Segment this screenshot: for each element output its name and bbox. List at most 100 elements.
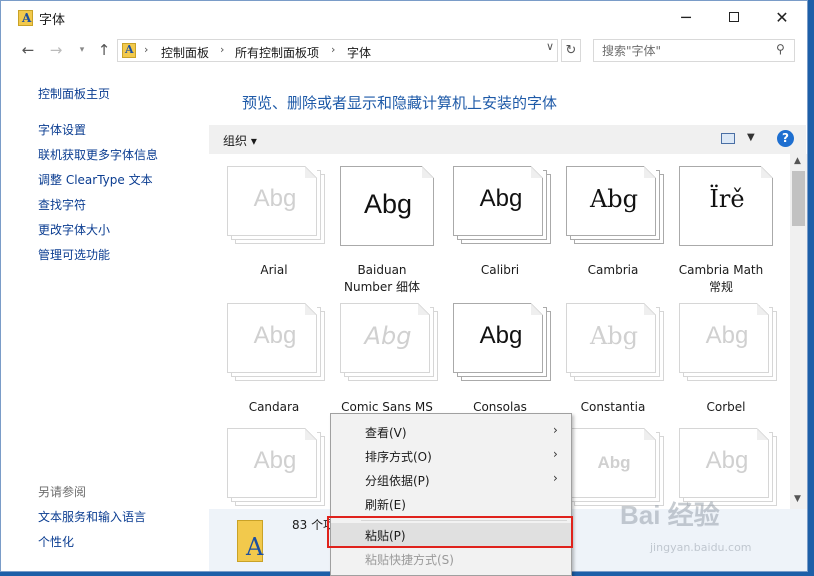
context-menu: 查看(V) › 排序方式(O) › 分组依据(P) › 刷新(E) 粘贴(P) … <box>330 413 572 576</box>
font-name: Calibri <box>480 263 520 277</box>
menu-item-sort[interactable]: 排序方式(O) › <box>331 444 571 468</box>
find-character-link[interactable]: 查找字符 <box>38 196 86 213</box>
font-preview: Abg <box>453 303 551 383</box>
forward-button[interactable]: → <box>45 39 67 61</box>
font-name: Arial <box>260 263 288 277</box>
highlight-annotation <box>327 516 573 548</box>
close-button[interactable]: ✕ <box>759 1 805 33</box>
font-tile-consolas[interactable]: Abg Consolas <box>435 291 551 427</box>
font-name: Cambria <box>587 263 639 277</box>
font-tile-candara[interactable]: Abg Candara <box>209 291 325 427</box>
watermark-main: Bai 经验 <box>620 500 720 530</box>
font-tile-calibri[interactable]: Abg Calibri <box>435 154 551 290</box>
breadcrumb-separator-icon: › <box>220 43 225 56</box>
get-more-fonts-online-link[interactable]: 联机获取更多字体信息 <box>38 146 158 163</box>
search-input[interactable] <box>594 40 772 61</box>
title-bar: A 字体 ─ ✕ <box>1 1 807 33</box>
font-tile-arial[interactable]: Abg Arial <box>209 154 325 290</box>
search-box[interactable]: ⚲ <box>593 39 795 62</box>
font-preview: Abg <box>227 166 325 246</box>
font-sample: Abg <box>479 322 523 349</box>
font-sample: Abg <box>589 185 639 213</box>
minimize-button[interactable]: ─ <box>663 1 709 33</box>
menu-item-label: 查看(V) <box>365 426 407 440</box>
font-preview: Abg <box>679 303 777 383</box>
font-settings-link[interactable]: 字体设置 <box>38 121 86 138</box>
maximize-icon <box>729 12 739 22</box>
change-font-size-link[interactable]: 更改字体大小 <box>38 221 110 238</box>
menu-item-view[interactable]: 查看(V) › <box>331 420 571 444</box>
font-sample: Abg <box>597 453 631 472</box>
address-bar[interactable]: A › 控制面板 › 所有控制面板项 › 字体 <box>117 39 558 62</box>
scroll-down-icon[interactable]: ▼ <box>794 494 801 504</box>
font-sample: Ïrě <box>709 185 745 213</box>
refresh-button[interactable]: ↻ <box>561 39 581 62</box>
chevron-right-icon: › <box>553 471 558 485</box>
font-preview: Abg <box>566 303 664 383</box>
font-preview: Abg <box>227 303 325 383</box>
address-dropdown-button[interactable]: ∨ <box>542 40 558 53</box>
font-sample: Abg <box>253 322 297 349</box>
breadcrumb-separator-icon: › <box>144 43 149 56</box>
watermark-url: jingyan.baidu.com <box>650 541 752 554</box>
help-icon[interactable]: ? <box>777 130 794 147</box>
font-sample: Abg <box>705 322 749 349</box>
breadcrumb-fonts[interactable]: 字体 <box>347 44 371 61</box>
font-sample: Abg <box>363 189 413 219</box>
font-tile-cambria[interactable]: Abg Cambria <box>548 154 664 290</box>
up-button[interactable]: ↑ <box>93 39 115 61</box>
font-sample: Abg <box>253 447 297 474</box>
chevron-right-icon: › <box>553 447 558 461</box>
font-tile-comic-sans[interactable]: Abg Comic Sans MS <box>322 291 438 427</box>
font-preview: Abg <box>340 166 434 246</box>
text-services-link[interactable]: 文本服务和输入语言 <box>38 508 146 525</box>
menu-item-refresh[interactable]: 刷新(E) <box>331 492 571 516</box>
adjust-cleartype-link[interactable]: 调整 ClearType 文本 <box>38 171 153 188</box>
font-tile-constantia[interactable]: Abg Constantia <box>548 291 664 427</box>
fonts-folder-icon: A <box>122 43 136 58</box>
recent-locations-button[interactable]: ▾ <box>71 39 93 61</box>
font-sample: Abg <box>479 185 523 212</box>
personalization-link[interactable]: 个性化 <box>38 533 74 550</box>
manage-optional-features-link[interactable]: 管理可选功能 <box>38 246 110 263</box>
window-title: 字体 <box>39 13 66 28</box>
breadcrumb-control-panel[interactable]: 控制面板 <box>161 44 209 61</box>
breadcrumb-all-items[interactable]: 所有控制面板项 <box>235 44 319 61</box>
baidu-watermark: Bai 经验 jingyan.baidu.com <box>620 495 780 565</box>
menu-item-label: 刷新(E) <box>365 498 406 512</box>
font-sample: Abg <box>705 447 749 474</box>
control-panel-home-link[interactable]: 控制面板主页 <box>38 85 110 102</box>
menu-item-paste-shortcut[interactable]: 粘贴快捷方式(S) <box>331 547 571 571</box>
font-sample: Abg <box>253 185 297 212</box>
font-name: Candara <box>248 400 300 414</box>
menu-item-group[interactable]: 分组依据(P) › <box>331 468 571 492</box>
font-tile-cambria-math[interactable]: Ïrě Cambria Math 常规 <box>661 154 773 294</box>
font-preview: Ïrě <box>679 166 773 246</box>
back-button[interactable]: ← <box>17 39 39 61</box>
breadcrumb-separator-icon: › <box>331 43 336 56</box>
maximize-button[interactable] <box>711 1 757 33</box>
menu-item-label: 粘贴快捷方式(S) <box>365 553 454 567</box>
menu-item-label: 分组依据(P) <box>365 474 430 488</box>
font-tile-baiduan[interactable]: Abg Baiduan Number 细体 <box>322 154 434 294</box>
font-preview: Abg <box>227 428 325 508</box>
search-icon[interactable]: ⚲ <box>776 42 785 56</box>
font-tile-corbel[interactable]: Abg Corbel <box>661 291 777 427</box>
font-tile[interactable]: Abg <box>209 416 325 509</box>
command-bar: 组织 ▾ ▼ ? <box>209 125 806 154</box>
font-preview: Abg <box>453 166 551 246</box>
scrollbar-thumb[interactable] <box>792 171 805 226</box>
left-pane: 控制面板主页 字体设置 联机获取更多字体信息 调整 ClearType 文本 查… <box>1 69 209 569</box>
font-preview: Abg <box>340 303 438 383</box>
vertical-scrollbar[interactable]: ▲ ▼ <box>790 154 807 509</box>
chevron-right-icon: › <box>553 423 558 437</box>
font-sample: Abg <box>589 322 639 350</box>
fonts-folder-icon: A <box>237 520 263 562</box>
change-view-icon[interactable] <box>721 133 735 144</box>
fonts-folder-icon: A <box>18 10 33 26</box>
scroll-up-icon[interactable]: ▲ <box>794 156 801 166</box>
see-also-heading: 另请参阅 <box>38 485 87 499</box>
view-options-button[interactable]: ▼ <box>747 132 755 143</box>
organize-button[interactable]: 组织 ▾ <box>223 132 257 149</box>
page-title: 预览、删除或者显示和隐藏计算机上安装的字体 <box>242 94 558 112</box>
